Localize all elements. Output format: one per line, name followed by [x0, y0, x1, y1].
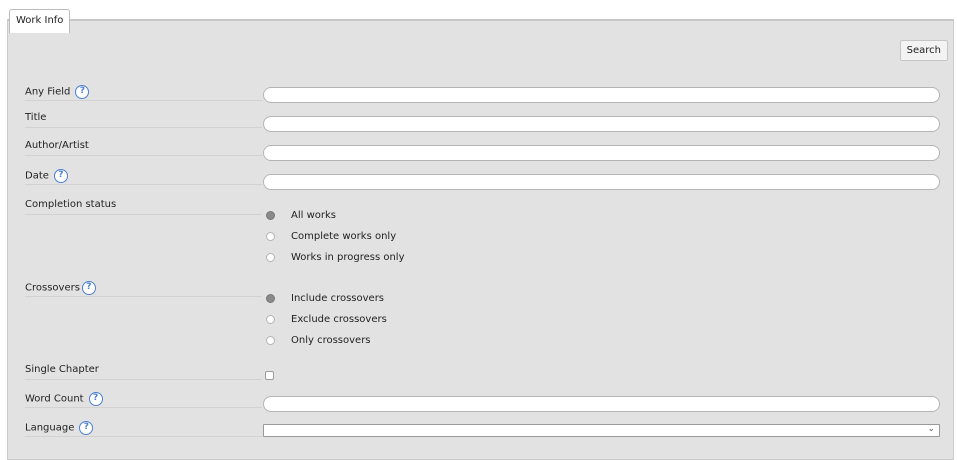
- any-field-help-icon[interactable]: ?: [75, 85, 90, 99]
- date-input[interactable]: [263, 174, 940, 190]
- any-field-label: Any Field?: [25, 85, 262, 101]
- radio-only-crossovers[interactable]: Only crossovers: [266, 335, 371, 349]
- chevron-down-icon: ⌄: [927, 424, 935, 434]
- radio-all-works[interactable]: All works: [266, 210, 336, 224]
- radio-complete-works-only[interactable]: Complete works only: [266, 231, 396, 245]
- single-chapter-label: Single Chapter: [25, 364, 262, 380]
- language-label: Language?: [25, 421, 262, 437]
- work-info-panel: Search Any Field? Title Author/Artist Da…: [7, 19, 954, 460]
- word-count-input[interactable]: [263, 396, 940, 412]
- radio-button[interactable]: [266, 232, 275, 241]
- date-label: Date?: [25, 169, 262, 185]
- word-count-label: Word Count?: [25, 392, 262, 408]
- any-field-input[interactable]: [263, 87, 940, 103]
- title-label: Title: [25, 112, 262, 128]
- radio-button[interactable]: [266, 294, 275, 303]
- radio-button[interactable]: [266, 253, 275, 262]
- radio-button[interactable]: [266, 315, 275, 324]
- date-help-icon[interactable]: ?: [53, 169, 68, 183]
- radio-include-crossovers[interactable]: Include crossovers: [266, 293, 384, 307]
- word-count-help-icon[interactable]: ?: [88, 392, 103, 406]
- language-select[interactable]: ⌄: [263, 424, 940, 437]
- title-input[interactable]: [263, 116, 940, 132]
- radio-button[interactable]: [266, 211, 275, 220]
- single-chapter-checkbox[interactable]: [265, 371, 274, 380]
- tab-work-info[interactable]: Work Info: [9, 9, 70, 33]
- radio-exclude-crossovers[interactable]: Exclude crossovers: [266, 314, 387, 328]
- author-label: Author/Artist: [25, 140, 262, 156]
- tab-label: Work Info: [16, 15, 64, 26]
- language-help-icon[interactable]: ?: [79, 421, 94, 435]
- author-input[interactable]: [263, 145, 940, 161]
- crossovers-label: Crossovers?: [25, 281, 262, 297]
- completion-status-label: Completion status: [25, 199, 262, 215]
- search-button[interactable]: Search: [899, 40, 948, 61]
- crossovers-help-icon[interactable]: ?: [81, 281, 96, 295]
- radio-works-in-progress-only[interactable]: Works in progress only: [266, 252, 405, 266]
- radio-button[interactable]: [266, 336, 275, 345]
